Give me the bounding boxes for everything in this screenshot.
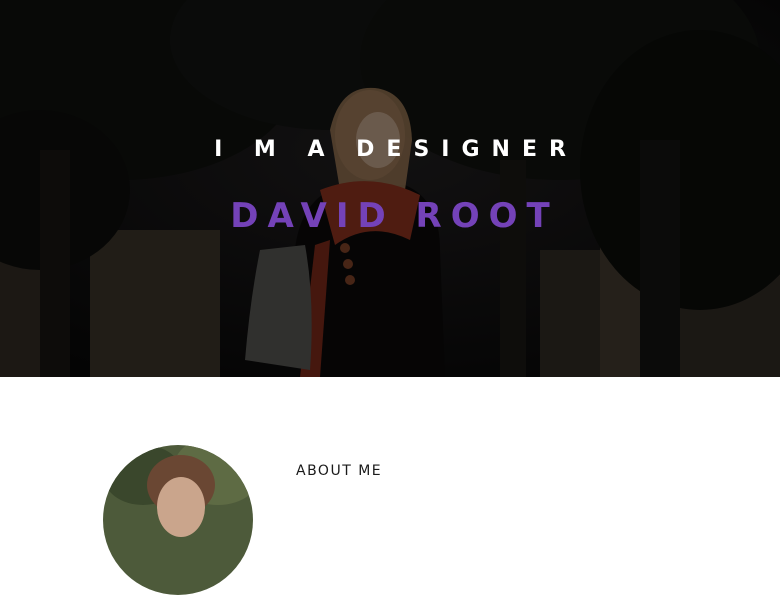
hero-name: DAVID ROOT bbox=[230, 196, 559, 236]
about-section: ABOUT ME bbox=[0, 377, 780, 595]
hero-overlay bbox=[0, 0, 780, 377]
avatar-photo bbox=[103, 445, 253, 595]
hero-section: I M A DESIGNER DAVID ROOT bbox=[0, 0, 780, 377]
about-heading: ABOUT ME bbox=[296, 463, 383, 479]
avatar bbox=[103, 445, 253, 595]
hero-tagline: I M A DESIGNER bbox=[214, 137, 578, 162]
